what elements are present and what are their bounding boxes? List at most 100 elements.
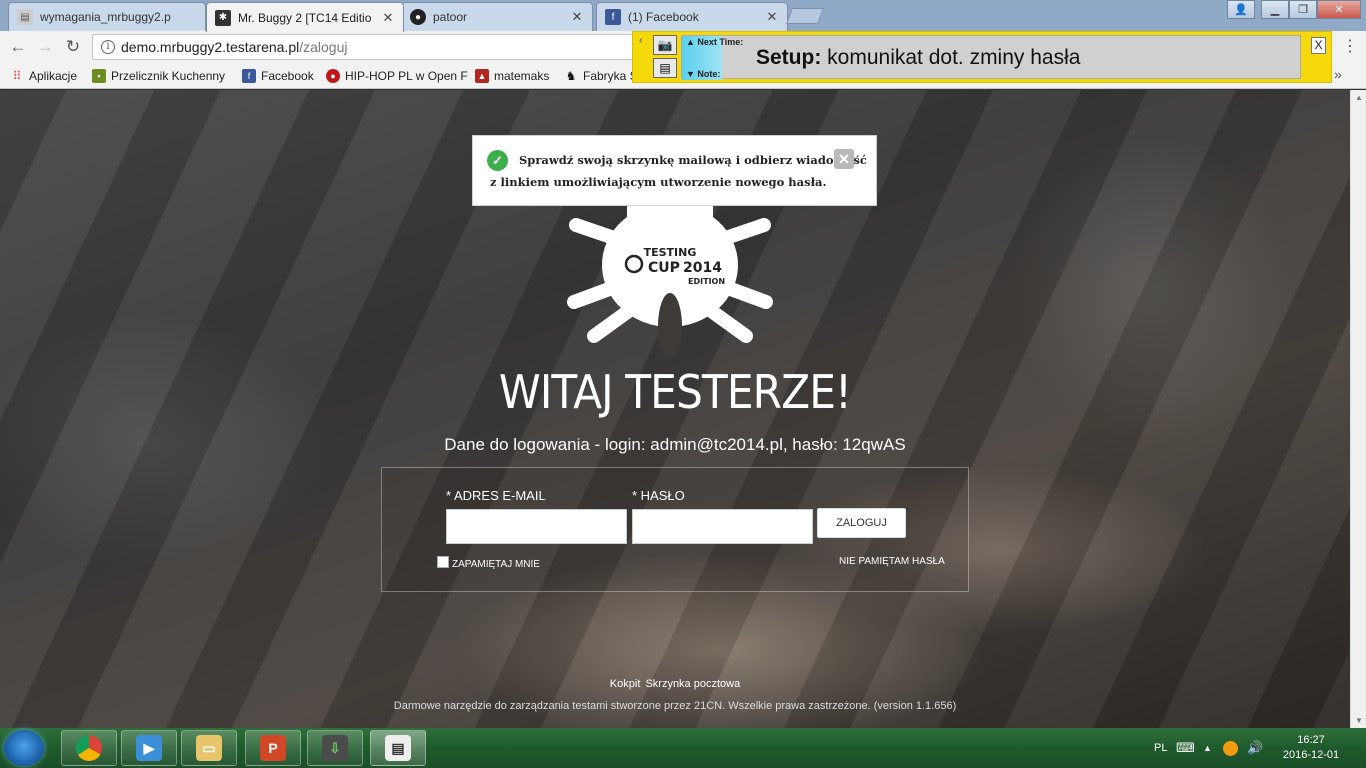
start-button[interactable] <box>4 730 44 766</box>
restore-button[interactable]: ❐ <box>1289 0 1317 19</box>
close-tab-icon[interactable]: ✕ <box>570 9 584 25</box>
tab-facebook[interactable]: f (1) Facebook ✕ <box>596 2 788 31</box>
tab-title: wymagania_mrbuggy2.p <box>40 10 171 24</box>
folder-icon: ▭ <box>196 735 222 761</box>
bookmark-facebook[interactable]: f Facebook <box>242 67 314 85</box>
minimize-button[interactable]: ▁ <box>1261 0 1289 19</box>
close-notice-icon[interactable]: ✕ <box>834 149 854 169</box>
widget-close-button[interactable]: X <box>1311 37 1326 54</box>
tab-mr-buggy[interactable]: ✱ Mr. Buggy 2 [TC14 Editio ✕ <box>206 2 404 32</box>
show-hidden-icons[interactable]: ▲ <box>1203 728 1212 768</box>
logo-text-year: 2014 <box>683 260 722 276</box>
bookmark-label: Facebook <box>261 69 314 83</box>
footer-link-mailbox[interactable]: Skrzynka pocztowa <box>645 678 740 690</box>
taskbar-explorer[interactable]: ▭ <box>181 730 237 766</box>
notes-icon[interactable]: ▤ <box>653 58 677 78</box>
bookmark-fabryka[interactable]: ♞ Fabryka S <box>564 67 638 85</box>
bookmark-aplikacje[interactable]: ⠿ Aplikacje <box>10 67 77 85</box>
taskbar-notes[interactable]: ▤ <box>370 730 426 766</box>
close-tab-icon[interactable]: ✕ <box>381 10 395 26</box>
email-field[interactable] <box>446 509 627 544</box>
system-clock[interactable]: 16:27 2016-12-01 <box>1276 733 1346 763</box>
note-widget: ‹ 📷 ▤ ▲ Next Time: ▼ Note: Setup: komuni… <box>632 31 1332 83</box>
facebook-icon: f <box>242 69 256 83</box>
login-form: * ADRES E-MAIL * HASŁO ZALOGUJ ZAPAMIĘTA… <box>381 467 969 592</box>
scroll-down-icon[interactable]: ▼ <box>1355 716 1363 725</box>
bookmark-green-icon: ▪ <box>92 69 106 83</box>
forgot-password-link[interactable]: NIE PAMIĘTAM HASŁA <box>839 556 945 567</box>
back-button[interactable]: ← <box>8 37 28 57</box>
url-host: demo.mrbuggy2.testarena.pl <box>121 39 300 55</box>
setup-text-field[interactable]: Setup: komunikat dot. zminy hasła <box>756 46 1080 70</box>
bookmark-matemaks[interactable]: ▲ matemaks <box>475 67 549 85</box>
password-label: * HASŁO <box>632 488 685 503</box>
note-panel: ▲ Next Time: ▼ Note: Setup: komunikat do… <box>681 35 1301 80</box>
keyboard-icon[interactable]: ⌨ <box>1176 728 1195 768</box>
record-icon: ● <box>326 69 340 83</box>
new-tab-button[interactable] <box>786 8 824 24</box>
close-window-button[interactable]: ✕ <box>1317 0 1361 19</box>
remember-checkbox[interactable] <box>437 556 449 568</box>
more-bookmarks-icon[interactable]: » <box>1334 66 1342 82</box>
info-icon[interactable]: i <box>101 40 115 54</box>
taskbar-chrome[interactable] <box>61 730 117 766</box>
taskbar-media-player[interactable]: ▶ <box>121 730 177 766</box>
tab-title: patoor <box>433 10 468 24</box>
bookmark-label: Przelicznik Kuchenny <box>111 69 226 83</box>
forward-button[interactable]: → <box>35 37 55 57</box>
bookmark-label: Aplikacje <box>29 69 78 83</box>
footer-link-kokpit[interactable]: Kokpit <box>610 678 641 690</box>
password-field[interactable] <box>632 509 813 544</box>
apps-grid-icon: ⠿ <box>12 69 22 83</box>
notice-line-2: z linkiem umożliwiającym utworzenie nowe… <box>490 175 827 189</box>
camera-icon[interactable]: 📷 <box>653 35 677 55</box>
language-indicator[interactable]: PL <box>1154 728 1167 768</box>
tab-title: Mr. Buggy 2 [TC14 Editio <box>238 10 372 25</box>
footer-links: Kokpit Skrzynka pocztowa <box>0 678 1350 690</box>
logo-text-testing: TESTING <box>644 246 697 259</box>
reload-button[interactable]: ↻ <box>63 37 83 57</box>
tab-strip: ▤ wymagania_mrbuggy2.p ✱ Mr. Buggy 2 [TC… <box>0 0 1366 32</box>
remember-label[interactable]: ZAPAMIĘTAJ MNIE <box>452 559 540 570</box>
taskbar-powerpoint[interactable]: P <box>245 730 301 766</box>
clock-time: 16:27 <box>1297 734 1325 746</box>
facebook-icon: f <box>605 9 621 25</box>
download-app-icon: ⇩ <box>322 735 348 761</box>
media-player-icon: ▶ <box>136 735 162 761</box>
bug-icon: ✱ <box>215 9 231 26</box>
close-tab-icon[interactable]: ✕ <box>765 9 779 25</box>
footer-copyright: Darmowe narzędzie do zarządzania testami… <box>393 700 957 712</box>
setup-label: Setup: <box>756 46 822 69</box>
taskbar-app[interactable]: ⇩ <box>307 730 363 766</box>
github-icon: ● <box>410 9 426 25</box>
menu-icon[interactable]: ⋮ <box>1342 37 1358 57</box>
scroll-up-icon[interactable]: ▲ <box>1355 93 1363 102</box>
email-label: * ADRES E-MAIL <box>446 488 546 503</box>
page-scrollbar[interactable]: ▲ ▼ <box>1350 90 1366 728</box>
fabryka-icon: ♞ <box>565 69 577 83</box>
tab-title: (1) Facebook <box>628 10 699 24</box>
url-path: /zaloguj <box>299 39 348 55</box>
logo-text-cup: CUP <box>648 260 680 276</box>
notice-line-1: Sprawdź swoją skrzynkę mailową i odbierz… <box>519 153 867 167</box>
login-button[interactable]: ZALOGUJ <box>817 508 906 538</box>
success-notification: ✓ Sprawdź swoją skrzynkę mailową i odbie… <box>472 135 877 206</box>
powerpoint-icon: P <box>260 735 286 761</box>
check-icon: ✓ <box>487 150 508 171</box>
next-time-label[interactable]: ▲ Next Time: <box>686 37 743 47</box>
tab-patoor[interactable]: ● patoor ✕ <box>401 2 593 31</box>
volume-icon[interactable]: 🔊 <box>1247 728 1263 768</box>
note-label[interactable]: ▼ Note: <box>686 69 720 79</box>
chrome-icon <box>76 735 102 761</box>
avast-icon[interactable] <box>1223 728 1238 768</box>
logo-text-edition: EDITION <box>688 277 725 286</box>
windows-taskbar: ▶ ▭ P ⇩ ▤ PL ⌨ ▲ 🔊 16:27 2016-12-01 <box>0 728 1366 768</box>
user-icon[interactable]: 👤 <box>1227 0 1255 19</box>
bookmark-hiphop[interactable]: ● HIP-HOP PL w Open F <box>326 67 468 85</box>
matemaks-icon: ▲ <box>475 69 489 83</box>
document-icon: ▤ <box>17 9 33 25</box>
login-page: ✓ Sprawdź swoją skrzynkę mailową i odbie… <box>0 90 1350 728</box>
collapse-icon[interactable]: ‹ <box>639 35 642 46</box>
bookmark-przelicznik[interactable]: ▪ Przelicznik Kuchenny <box>92 67 225 85</box>
tab-wymagania[interactable]: ▤ wymagania_mrbuggy2.p <box>8 2 206 31</box>
